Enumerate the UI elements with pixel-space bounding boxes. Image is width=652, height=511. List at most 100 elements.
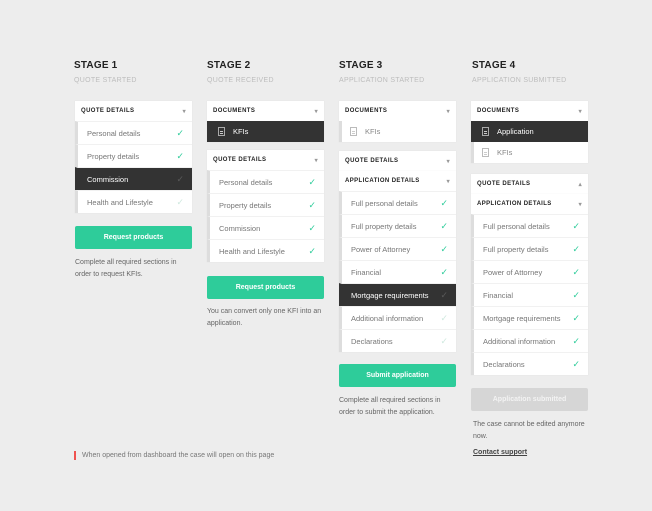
application-details-header[interactable]: APPLICATION DETAILS ▾: [471, 194, 588, 214]
section-item-mortgage-requirements[interactable]: Mortgage requirements ✓: [339, 283, 456, 306]
section-item-property-details[interactable]: Property details ✓: [207, 193, 324, 216]
check-icon: ✓: [572, 289, 580, 300]
chevron-down-icon: ▾: [446, 178, 450, 185]
section-item-commission[interactable]: Commission ✓: [75, 167, 192, 190]
section-item-label: Declarations: [483, 359, 525, 369]
application-details-header[interactable]: APPLICATION DETAILS ▾: [339, 171, 456, 191]
check-icon: ✓: [440, 289, 448, 300]
documents-header[interactable]: DOCUMENTS ▾: [207, 101, 324, 121]
chevron-down-icon: ▾: [446, 108, 450, 115]
section-item-personal-details[interactable]: Personal details ✓: [207, 170, 324, 193]
stage-subtitle: QUOTE STARTED: [74, 77, 137, 84]
stage-2-header: STAGE 2 QUOTE RECEIVED: [207, 60, 324, 84]
document-icon: [482, 148, 489, 157]
check-icon: ✓: [572, 243, 580, 254]
stage-3-note: Complete all required sections in order …: [339, 397, 441, 416]
section-item-label: Additional information: [483, 336, 556, 346]
document-label: KFIs: [365, 127, 381, 136]
documents-header[interactable]: DOCUMENTS ▾: [339, 101, 456, 121]
section-item-label: Personal details: [219, 177, 273, 187]
section-item-financial[interactable]: Financial ✓: [471, 283, 588, 306]
document-label: KFIs: [233, 127, 249, 136]
document-kfis[interactable]: KFIs: [471, 142, 588, 163]
quote-details-panel: QUOTE DETAILS ▾ Personal details ✓ Prope…: [75, 101, 192, 213]
section-item-label: Mortgage requirements: [483, 313, 561, 323]
section-title: APPLICATION DETAILS: [477, 201, 552, 207]
stage-4-note: The case cannot be edited anymore now.: [473, 421, 585, 440]
section-item-financial[interactable]: Financial ✓: [339, 260, 456, 283]
stage-subtitle: APPLICATION SUBMITTED: [472, 77, 567, 84]
stage-subtitle: QUOTE RECEIVED: [207, 77, 274, 84]
section-item-label: Full property details: [483, 244, 549, 254]
section-title: DOCUMENTS: [477, 108, 520, 114]
request-products-button[interactable]: Request products: [75, 226, 192, 249]
quote-details-header[interactable]: QUOTE DETAILS ▾: [339, 151, 456, 171]
section-item-label: Personal details: [87, 128, 141, 138]
check-icon: ✓: [176, 196, 184, 207]
section-item-personal-details[interactable]: Personal details ✓: [75, 121, 192, 144]
check-icon: ✓: [440, 312, 448, 323]
section-title: QUOTE DETAILS: [345, 158, 399, 164]
footnote-text: When opened from dashboard the case will…: [82, 452, 275, 459]
check-icon: ✓: [572, 358, 580, 369]
check-icon: ✓: [308, 199, 316, 210]
section-item-health-and-lifestyle[interactable]: Health and Lifestyle ✓: [75, 190, 192, 213]
section-item-power-of-attorney[interactable]: Power of Attorney ✓: [339, 237, 456, 260]
section-item-power-of-attorney[interactable]: Power of Attorney ✓: [471, 260, 588, 283]
section-item-additional-information[interactable]: Additional information ✓: [339, 306, 456, 329]
quote-details-header[interactable]: QUOTE DETAILS ▴: [471, 174, 588, 194]
document-label: KFIs: [497, 148, 513, 157]
chevron-down-icon: ▾: [314, 157, 318, 164]
section-item-declarations[interactable]: Declarations ✓: [471, 352, 588, 375]
section-item-additional-information[interactable]: Additional information ✓: [471, 329, 588, 352]
section-item-label: Health and Lifestyle: [219, 246, 285, 256]
section-item-label: Commission: [219, 223, 261, 233]
check-icon: ✓: [440, 197, 448, 208]
check-icon: ✓: [572, 335, 580, 346]
section-title: QUOTE DETAILS: [213, 157, 267, 163]
check-icon: ✓: [440, 243, 448, 254]
chevron-up-icon: ▴: [578, 181, 582, 188]
section-item-label: Health and Lifestyle: [87, 197, 153, 207]
documents-header[interactable]: DOCUMENTS ▾: [471, 101, 588, 121]
section-item-declarations[interactable]: Declarations ✓: [339, 329, 456, 352]
section-item-label: Full property details: [351, 221, 417, 231]
section-title: QUOTE DETAILS: [81, 108, 135, 114]
section-item-full-personal-details[interactable]: Full personal details ✓: [339, 191, 456, 214]
application-details-panel: APPLICATION DETAILS ▾ Full personal deta…: [471, 194, 588, 375]
chevron-down-icon: ▾: [314, 108, 318, 115]
quote-details-header[interactable]: QUOTE DETAILS ▾: [75, 101, 192, 121]
stage-subtitle: APPLICATION STARTED: [339, 77, 425, 84]
section-item-label: Property details: [87, 151, 140, 161]
check-icon: ✓: [440, 335, 448, 346]
check-icon: ✓: [572, 266, 580, 277]
section-item-full-property-details[interactable]: Full property details ✓: [471, 237, 588, 260]
section-item-full-property-details[interactable]: Full property details ✓: [339, 214, 456, 237]
quote-details-panel: QUOTE DETAILS ▴: [471, 174, 588, 194]
chevron-down-icon: ▾: [578, 201, 582, 208]
document-kfis[interactable]: KFIs: [339, 121, 456, 142]
section-item-mortgage-requirements[interactable]: Mortgage requirements ✓: [471, 306, 588, 329]
stage-title: STAGE 3: [339, 60, 383, 71]
stage-1-header: STAGE 1 QUOTE STARTED: [74, 60, 191, 84]
chevron-down-icon: ▾: [182, 108, 186, 115]
section-item-label: Mortgage requirements: [351, 290, 429, 300]
quote-details-panel: QUOTE DETAILS ▾ Personal details ✓ Prope…: [207, 150, 324, 262]
check-icon: ✓: [176, 173, 184, 184]
section-item-label: Power of Attorney: [351, 244, 411, 254]
section-item-full-personal-details[interactable]: Full personal details ✓: [471, 214, 588, 237]
section-item-label: Financial: [351, 267, 382, 277]
section-item-health-and-lifestyle[interactable]: Health and Lifestyle ✓: [207, 239, 324, 262]
document-kfis[interactable]: KFIs: [207, 121, 324, 142]
document-application[interactable]: Application: [471, 121, 588, 142]
document-label: Application: [497, 127, 534, 136]
quote-details-header[interactable]: QUOTE DETAILS ▾: [207, 150, 324, 170]
stage-4-header: STAGE 4 APPLICATION SUBMITTED: [472, 60, 589, 84]
submit-application-button[interactable]: Submit application: [339, 364, 456, 387]
contact-support-link[interactable]: Contact support: [473, 449, 527, 456]
section-item-commission[interactable]: Commission ✓: [207, 216, 324, 239]
request-products-button[interactable]: Request products: [207, 276, 324, 299]
stage-2-note: You can convert only one KFI into an app…: [207, 308, 322, 327]
section-item-property-details[interactable]: Property details ✓: [75, 144, 192, 167]
section-item-label: Full personal details: [483, 221, 550, 231]
